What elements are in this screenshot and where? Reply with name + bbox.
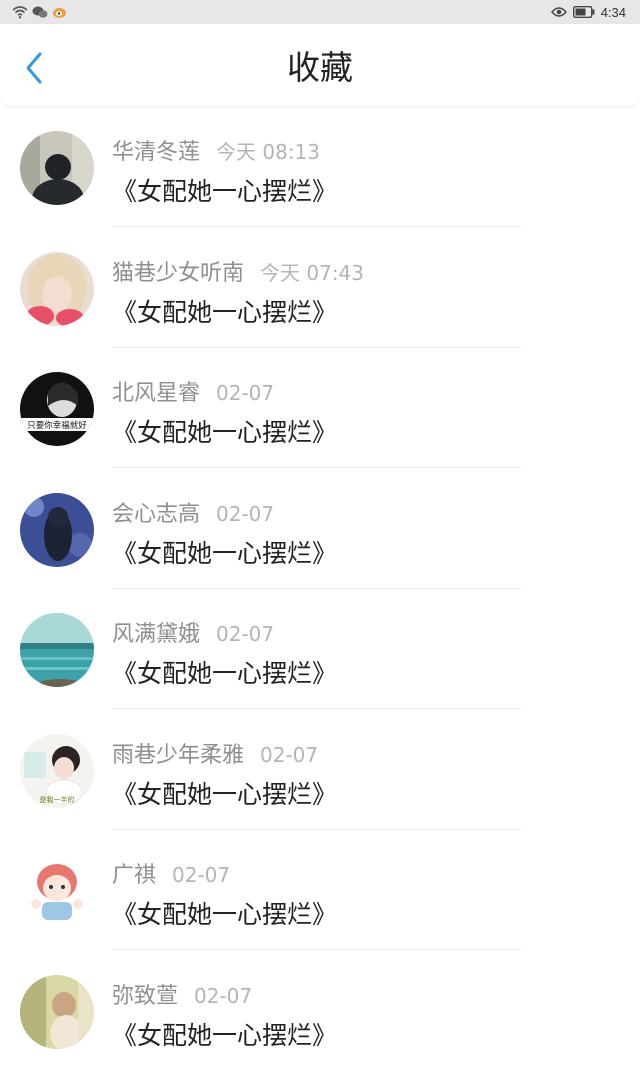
username: 猫巷少女听南 <box>112 261 244 286</box>
book-title[interactable]: 《女配她一心摆烂》 <box>112 895 337 931</box>
status-bar: 4:34 <box>0 0 640 24</box>
item-meta: 弥致萱 02-07 <box>112 978 252 1010</box>
timestamp: 02-07 <box>216 502 274 526</box>
book-title[interactable]: 《女配她一心摆烂》 <box>112 654 337 690</box>
avatar[interactable] <box>20 493 94 567</box>
item-meta: 北风星睿 02-07 <box>112 375 274 407</box>
book-title[interactable]: 《女配她一心摆烂》 <box>112 293 337 329</box>
username: 广祺 <box>112 863 156 888</box>
svg-text:只要你幸福就好: 只要你幸福就好 <box>27 420 87 431</box>
timestamp: 02-07 <box>172 863 230 887</box>
item-meta: 华清冬莲今天 08:13 <box>112 134 320 166</box>
list-item[interactable]: 华清冬莲今天 08:13 《女配她一心摆烂》 <box>0 106 640 227</box>
timestamp: 02-07 <box>260 743 318 767</box>
username: 会心志高 <box>112 502 200 527</box>
avatar[interactable]: 只要你幸福就好 <box>20 372 94 446</box>
item-meta: 风满黛娥 02-07 <box>112 616 274 648</box>
avatar[interactable] <box>20 252 94 326</box>
list-item[interactable]: 猫巷少女听南今天 07:43 《女配她一心摆烂》 <box>0 227 640 348</box>
list-item[interactable]: 只要你幸福就好 北风星睿 02-07 《女配她一心摆烂》 <box>0 347 640 468</box>
book-title[interactable]: 《女配她一心摆烂》 <box>112 413 337 449</box>
list-item[interactable]: 风满黛娥 02-07 《女配她一心摆烂》 <box>0 588 640 709</box>
list-item[interactable]: 弥致萱 02-07 《女配她一心摆烂》 <box>0 950 640 1070</box>
wechat-icon <box>32 5 48 19</box>
username: 华清冬莲 <box>112 140 200 165</box>
avatar[interactable] <box>20 613 94 687</box>
avatar[interactable] <box>20 131 94 205</box>
book-title[interactable]: 《女配她一心摆烂》 <box>112 172 337 208</box>
battery-icon <box>573 6 595 18</box>
item-meta: 会心志高 02-07 <box>112 496 274 528</box>
username: 北风星睿 <box>112 381 200 406</box>
wifi-icon <box>12 5 28 19</box>
list-item[interactable]: 广祺 02-07 《女配她一心摆烂》 <box>0 829 640 950</box>
weibo-icon <box>52 5 68 19</box>
eye-icon <box>551 6 567 18</box>
username: 风满黛娥 <box>112 622 200 647</box>
timestamp: 02-07 <box>194 984 252 1008</box>
list-item[interactable]: 是我一半的 雨巷少年柔雅 02-07 《女配她一心摆烂》 <box>0 709 640 830</box>
clock-time: 4:34 <box>601 5 626 20</box>
username: 雨巷少年柔雅 <box>112 743 244 768</box>
item-meta: 广祺 02-07 <box>112 857 230 889</box>
app-bar: 收藏 <box>0 24 640 107</box>
timestamp: 02-07 <box>216 622 274 646</box>
svg-text:是我一半的: 是我一半的 <box>40 795 75 804</box>
timestamp: 02-07 <box>216 381 274 405</box>
timestamp: 今天 07:43 <box>260 261 364 285</box>
book-title[interactable]: 《女配她一心摆烂》 <box>112 534 337 570</box>
item-meta: 猫巷少女听南今天 07:43 <box>112 255 364 287</box>
avatar[interactable]: 是我一半的 <box>20 734 94 808</box>
avatar[interactable] <box>20 854 94 928</box>
book-title[interactable]: 《女配她一心摆烂》 <box>112 775 337 811</box>
page-title: 收藏 <box>0 48 640 88</box>
list-item[interactable]: 会心志高 02-07 《女配她一心摆烂》 <box>0 468 640 589</box>
avatar[interactable] <box>20 975 94 1049</box>
username: 弥致萱 <box>112 984 178 1009</box>
status-icons-left <box>12 3 68 21</box>
favorites-list: 华清冬莲今天 08:13 《女配她一心摆烂》 猫巷少女听南今天 07:43 《女… <box>0 106 640 1070</box>
book-title[interactable]: 《女配她一心摆烂》 <box>112 1016 337 1052</box>
status-icons-right: 4:34 <box>551 3 626 21</box>
timestamp: 今天 08:13 <box>216 140 320 164</box>
item-meta: 雨巷少年柔雅 02-07 <box>112 737 318 769</box>
